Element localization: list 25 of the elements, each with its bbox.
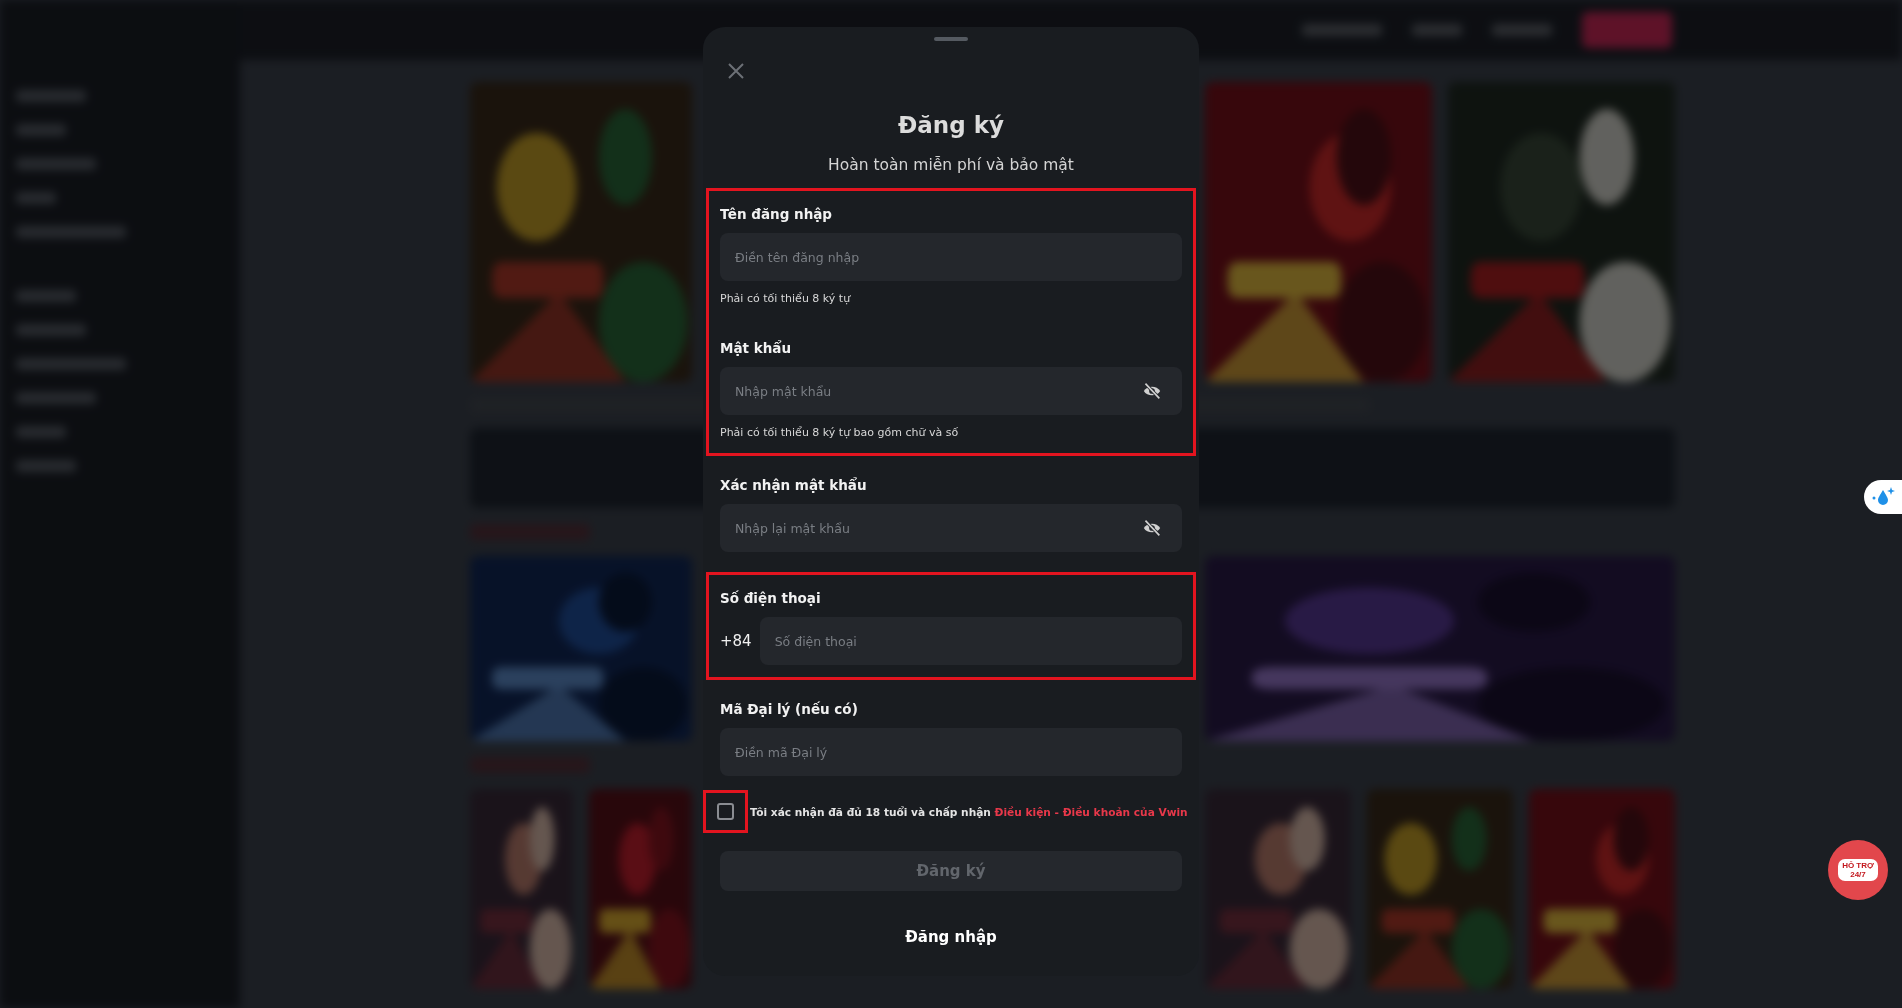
input-field[interactable]: Điền tên đăng nhập — [720, 233, 1182, 281]
field-hint: Phải có tối thiểu 8 ký tự — [720, 291, 852, 307]
support-badge[interactable]: HỖ TRỢ 24/7 — [1828, 840, 1888, 900]
field-label: Tên đăng nhập — [720, 205, 834, 223]
eye-slash-icon[interactable] — [1142, 382, 1162, 400]
input-field[interactable]: Điền mã Đại lý — [720, 728, 1182, 776]
drag-handle[interactable] — [934, 37, 968, 41]
dialog-subtitle: Hoàn toàn miễn phí và bảo mật — [828, 156, 1074, 174]
login-link[interactable]: Đăng nhập — [899, 927, 1003, 947]
terms-link[interactable]: Điều kiện - Điều khoản của Vwin — [994, 805, 1188, 818]
checkbox[interactable] — [717, 803, 734, 820]
country-code: +84 — [720, 632, 752, 650]
close-icon[interactable] — [727, 62, 745, 80]
field-label: Mật khẩu — [720, 339, 792, 357]
eye-slash-icon[interactable] — [1142, 519, 1162, 537]
phone-field[interactable]: Số điện thoại — [759, 617, 1182, 665]
water-drop-icon[interactable] — [1864, 480, 1902, 514]
terms-text: Tôi xác nhận đã đủ 18 tuổi và chấp nhận Điều kiện - Điều khoản của Vwin — [750, 805, 1188, 818]
field-label: Số điện thoại — [720, 589, 822, 607]
dialog-title: Đăng ký — [898, 112, 1004, 138]
password-field[interactable]: Nhập lại mật khẩu — [720, 504, 1182, 552]
field-hint: Phải có tối thiểu 8 ký tự bao gồm chữ và số — [720, 425, 960, 441]
password-field[interactable]: Nhập mật khẩu — [720, 367, 1182, 415]
field-label: Xác nhận mật khẩu — [720, 476, 868, 494]
field-label: Mã Đại lý (nếu có) — [720, 700, 859, 718]
